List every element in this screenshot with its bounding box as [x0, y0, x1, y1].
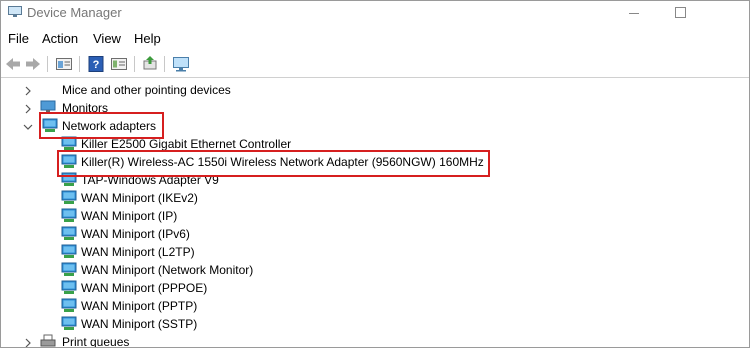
network-adapters-icon — [42, 118, 58, 133]
network-adapter-icon — [61, 136, 77, 151]
network-adapter-icon — [61, 316, 77, 331]
printer-icon — [40, 334, 56, 347]
window-title: Device Manager — [27, 5, 122, 20]
network-adapter-icon — [61, 262, 77, 277]
minimize-button[interactable] — [611, 1, 657, 25]
help-icon[interactable]: ? — [87, 55, 105, 73]
monitor-icon[interactable] — [172, 55, 190, 73]
menu-action[interactable]: Action — [42, 31, 78, 46]
maximize-button[interactable] — [657, 1, 703, 25]
menu-file[interactable]: File — [8, 31, 29, 46]
tree-item-label: WAN Miniport (SSTP) — [81, 317, 198, 331]
menu-help[interactable]: Help — [134, 31, 161, 46]
network-adapter-icon — [61, 172, 77, 187]
properties-icon[interactable] — [55, 55, 73, 73]
chevron-right-icon[interactable] — [23, 85, 33, 96]
network-adapter-icon — [61, 154, 77, 169]
tree-item-label: Print queues — [62, 335, 130, 348]
forward-arrow-icon[interactable] — [24, 55, 42, 73]
tree-item-label: WAN Miniport (PPPOE) — [81, 281, 208, 295]
network-adapter-icon — [61, 298, 77, 313]
network-adapter-icon — [61, 280, 77, 295]
device-tree: Mice and other pointing devices Monitors… — [1, 79, 749, 347]
network-adapter-icon — [61, 208, 77, 223]
tree-item-label: Killer(R) Wireless-AC 1550i Wireless Net… — [81, 155, 484, 169]
menu-view[interactable]: View — [93, 31, 121, 46]
update-driver-icon[interactable] — [141, 55, 159, 73]
monitor-icon — [40, 100, 56, 115]
tree-item-label: WAN Miniport (IP) — [81, 209, 178, 223]
toolbar-separator — [79, 56, 80, 72]
chevron-right-icon[interactable] — [23, 103, 33, 114]
device-manager-icon — [8, 6, 22, 18]
toolbar-separator — [47, 56, 48, 72]
toolbar: ? — [1, 51, 749, 78]
back-arrow-icon[interactable] — [4, 55, 22, 73]
menu-bar: File Action View Help — [1, 27, 749, 49]
tree-item-label: WAN Miniport (IPv6) — [81, 227, 190, 241]
tree-item-label: Monitors — [62, 101, 109, 115]
tree-item-label: Network adapters — [62, 119, 157, 133]
tree-item-label: WAN Miniport (PPTP) — [81, 299, 198, 313]
tree-item-label: Mice and other pointing devices — [62, 83, 231, 97]
title-bar: Device Manager — [1, 1, 749, 25]
tree-item-label: WAN Miniport (Network Monitor) — [81, 263, 254, 277]
network-adapter-icon — [61, 244, 77, 259]
svg-text:?: ? — [93, 59, 100, 71]
tree-item-label: WAN Miniport (L2TP) — [81, 245, 195, 259]
network-adapter-icon — [61, 190, 77, 205]
toolbar-separator — [134, 56, 135, 72]
chevron-right-icon[interactable] — [23, 337, 33, 347]
device-manager-window: Device Manager File Action View Help ? M… — [0, 0, 750, 348]
tree-item-label: WAN Miniport (IKEv2) — [81, 191, 198, 205]
chevron-down-icon[interactable] — [23, 121, 33, 131]
tree-item-label: TAP-Windows Adapter V9 — [81, 173, 219, 187]
toolbar-separator — [164, 56, 165, 72]
tree-item-label: Killer E2500 Gigabit Ethernet Controller — [81, 137, 292, 151]
device-view-icon[interactable] — [110, 55, 128, 73]
network-adapter-icon — [61, 226, 77, 241]
